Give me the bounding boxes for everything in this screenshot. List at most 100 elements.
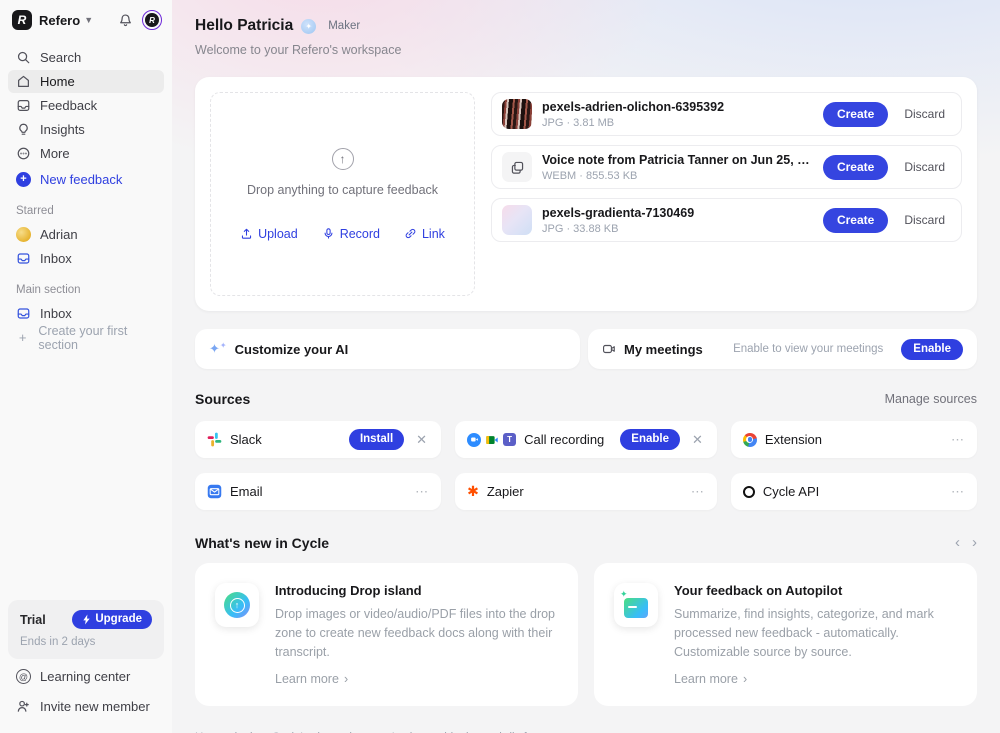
carousel-next-icon[interactable]: › <box>972 534 977 551</box>
close-icon[interactable]: ✕ <box>414 430 429 450</box>
manage-sources-link[interactable]: Manage sources <box>885 392 977 406</box>
lightning-bolt-icon <box>82 614 91 625</box>
microphone-icon <box>322 227 335 240</box>
whats-new-card: Your feedback on Autopilot Summarize, fi… <box>594 563 977 706</box>
sources-title: Sources <box>195 391 250 407</box>
chevron-right-icon: › <box>743 672 747 686</box>
source-card-slack: Slack Install ✕ <box>195 421 441 458</box>
invite-member-label: Invite new member <box>40 699 150 714</box>
plus-icon: + <box>16 330 29 345</box>
video-camera-icon <box>602 342 616 356</box>
sidebar-item-insights[interactable]: Insights <box>8 118 164 141</box>
voice-note-icon <box>502 152 532 182</box>
link-button[interactable]: Link <box>404 227 445 241</box>
sidebar-item-home[interactable]: Home <box>8 70 164 93</box>
learn-more-link[interactable]: Learn more› <box>674 672 957 686</box>
workspace-switcher[interactable]: R Refero ▼ R <box>8 8 164 32</box>
more-circle-icon <box>16 146 31 161</box>
starred-section-label: Starred <box>8 205 164 217</box>
page-subtitle: Welcome to your Refero's workspace <box>195 43 977 57</box>
adrian-avatar <box>16 227 31 242</box>
ai-sparkle-icon: ✦✦ <box>209 341 227 357</box>
workspace-name: Refero <box>39 13 80 28</box>
upgrade-button[interactable]: Upgrade <box>72 610 152 629</box>
feedback-inbox-icon <box>16 98 31 113</box>
source-label: Extension <box>765 432 822 447</box>
main-section-label: Main section <box>8 284 164 296</box>
drop-zone-text: Drop anything to capture feedback <box>247 183 438 197</box>
create-button[interactable]: Create <box>823 102 888 127</box>
search-icon <box>16 50 31 65</box>
whats-new-title: What's new in Cycle <box>195 535 329 551</box>
user-avatar[interactable]: R <box>142 10 162 30</box>
sidebar-item-label: Feedback <box>40 98 97 113</box>
new-feedback-label: New feedback <box>40 172 122 187</box>
chevron-down-icon: ▼ <box>84 15 93 25</box>
upload-button[interactable]: Upload <box>240 227 298 241</box>
sidebar-item-adrian[interactable]: Adrian <box>8 223 164 246</box>
feedback-title: Voice note from Patricia Tanner on Jun 2… <box>542 153 813 167</box>
trial-title: Trial <box>20 613 46 627</box>
create-section-button[interactable]: + Create your first section <box>8 326 164 349</box>
my-meetings-label: My meetings <box>624 342 703 357</box>
learn-more-link[interactable]: Learn more› <box>275 672 558 686</box>
customize-ai-card[interactable]: ✦✦ Customize your AI <box>195 329 580 369</box>
meetings-hint: Enable to view your meetings <box>733 343 883 355</box>
zapier-icon: ✱ <box>467 483 479 500</box>
slack-icon <box>207 432 222 447</box>
sidebar-item-more[interactable]: More <box>8 142 164 165</box>
main-content: Hello Patricia ✦ Maker Welcome to your R… <box>172 0 1000 733</box>
new-feedback-button[interactable]: + New feedback <box>8 168 164 191</box>
sidebar-item-feedback[interactable]: Feedback <box>8 94 164 117</box>
discard-button[interactable]: Discard <box>898 209 951 231</box>
trial-ends-label: Ends in 2 days <box>20 636 152 648</box>
drop-zone[interactable]: ↑ Drop anything to capture feedback Uplo… <box>210 92 475 296</box>
create-button[interactable]: Create <box>823 155 888 180</box>
close-icon[interactable]: ✕ <box>690 430 705 450</box>
discard-button[interactable]: Discard <box>898 156 951 178</box>
inbox-icon <box>16 251 31 266</box>
source-card-cycle-api: Cycle API ⋯ <box>731 473 977 510</box>
image-thumbnail <box>502 99 532 129</box>
sidebar: R Refero ▼ R Search Home Feedback Insigh… <box>0 0 172 733</box>
enable-call-recording-button[interactable]: Enable <box>620 429 680 450</box>
more-menu-icon[interactable]: ⋯ <box>415 484 429 500</box>
whats-new-card: ↑ Introducing Drop island Drop images or… <box>195 563 578 706</box>
install-slack-button[interactable]: Install <box>349 429 404 450</box>
ms-teams-icon: T <box>503 433 516 446</box>
sidebar-item-starred-inbox[interactable]: Inbox <box>8 247 164 270</box>
source-card-extension: Extension ⋯ <box>731 421 977 458</box>
trial-card: Trial Upgrade Ends in 2 days <box>8 600 164 659</box>
carousel-prev-icon[interactable]: ‹ <box>955 534 960 551</box>
record-button[interactable]: Record <box>322 227 380 241</box>
cycle-api-icon <box>743 486 755 498</box>
inbox-icon <box>16 306 31 321</box>
source-label: Call recording <box>524 432 604 447</box>
sparkle-badge-icon: ✦ <box>301 19 316 34</box>
notifications-bell-icon[interactable] <box>118 13 133 28</box>
learning-center-button[interactable]: @ Learning center <box>8 664 164 689</box>
sidebar-item-label: More <box>40 146 70 161</box>
source-label: Slack <box>230 432 262 447</box>
upload-icon <box>240 227 253 240</box>
source-label: Cycle API <box>763 484 819 499</box>
enable-meetings-button[interactable]: Enable <box>901 339 963 360</box>
feedback-title: pexels-gradienta-7130469 <box>542 206 813 220</box>
home-icon <box>16 74 31 89</box>
feedback-title: pexels-adrien-olichon-6395392 <box>542 100 813 114</box>
workspace-logo: R <box>12 10 32 30</box>
more-menu-icon[interactable]: ⋯ <box>951 432 965 448</box>
email-icon <box>207 484 222 499</box>
more-menu-icon[interactable]: ⋯ <box>691 484 705 500</box>
feedback-queue-row: pexels-adrien-olichon-6395392 JPG · 3.81… <box>491 92 962 136</box>
discard-button[interactable]: Discard <box>898 103 951 125</box>
more-menu-icon[interactable]: ⋯ <box>951 484 965 500</box>
at-sign-icon: @ <box>16 669 31 684</box>
sidebar-item-main-inbox[interactable]: Inbox <box>8 302 164 325</box>
invite-member-button[interactable]: Invite new member <box>8 694 164 719</box>
sidebar-item-search[interactable]: Search <box>8 46 164 69</box>
create-button[interactable]: Create <box>823 208 888 233</box>
zoom-icon <box>467 433 481 447</box>
customize-ai-label: Customize your AI <box>235 342 349 357</box>
feedback-queue-row: pexels-gradienta-7130469 JPG · 33.88 KB … <box>491 198 962 242</box>
